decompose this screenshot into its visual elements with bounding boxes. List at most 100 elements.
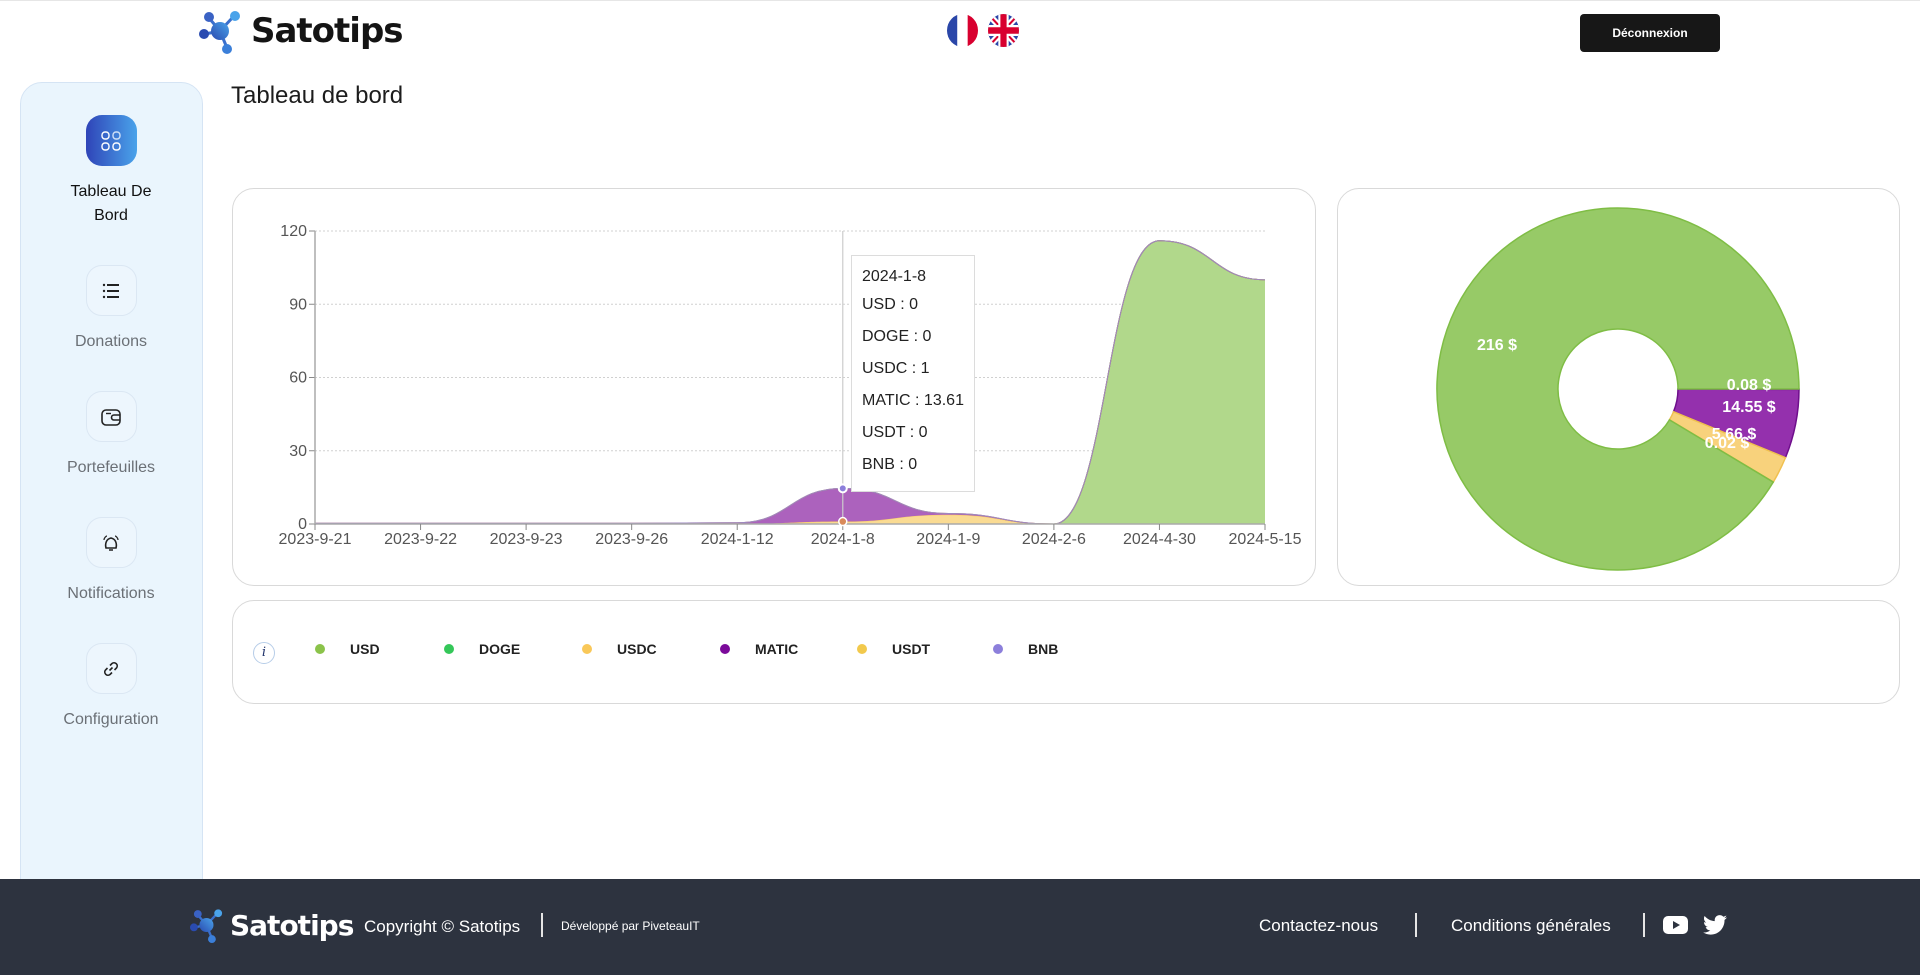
sidebar-item-label: Portefeuilles — [66, 459, 156, 476]
legend-swatch — [444, 644, 454, 654]
list-icon-tile — [85, 265, 137, 316]
header: Satotips Déconnexion — [0, 0, 1920, 62]
dashboard-icon-tile — [85, 115, 137, 166]
chart-legend: i USD DOGE USDC MATIC USDT BNB — [232, 600, 1900, 704]
legend-item-bnb[interactable]: BNB — [993, 641, 1058, 657]
legend-label: USDT — [892, 641, 931, 657]
legend-label: USD — [350, 641, 380, 657]
tooltip-row: USDC : 1 — [862, 360, 930, 377]
twitter-icon — [1703, 915, 1727, 935]
sidebar: Tableau De Bord Donations Portefeuilles — [20, 82, 203, 902]
y-tick-label: 60 — [289, 369, 307, 386]
legend-label: MATIC — [755, 641, 799, 657]
molecule-logo-icon — [199, 11, 240, 54]
brand-name: Satotips — [251, 11, 404, 51]
x-tick-label: 2024-1-9 — [916, 531, 980, 548]
link-icon — [104, 661, 118, 676]
language-switcher — [947, 14, 1019, 47]
list-icon — [102, 283, 119, 298]
sidebar-item-label: Donations — [74, 333, 148, 350]
area-chart-card: 0 30 60 90 120 2023-9-21 2023-9-22 2023-9-23 202… — [232, 188, 1316, 586]
x-tick-label: 2023-9-23 — [489, 531, 562, 548]
page-title: Tableau de bord — [231, 82, 404, 109]
legend-label: DOGE — [479, 641, 521, 657]
area-chart[interactable]: 03060901202023-9-21 2023-9-22 2023-9-23 202… — [232, 188, 1316, 586]
footer: Satotips Copyright © Satotips Développé … — [0, 879, 1920, 975]
tooltip-row: USD : 0 — [862, 296, 919, 313]
link-icon-tile — [85, 643, 137, 694]
legend-swatch — [720, 644, 730, 654]
legend-item-usdc[interactable]: USDC — [582, 641, 657, 657]
sidebar-item-wallets[interactable]: Portefeuilles — [21, 391, 201, 480]
x-tick-label: 2023-9-26 — [595, 531, 668, 548]
y-tick-label: 120 — [280, 223, 307, 240]
sidebar-item-label: Configuration — [63, 711, 159, 728]
x-tick-label: 2024-1-8 — [810, 531, 874, 548]
y-tick-label: 30 — [289, 442, 307, 459]
area-usd[interactable] — [314, 240, 1265, 524]
footer-logo[interactable]: Satotips — [190, 907, 354, 943]
brand-logo[interactable]: Satotips — [199, 8, 404, 54]
legend-label: USDC — [617, 641, 657, 657]
active-dot — [837, 516, 848, 526]
donut-label: 0.08 $ — [1726, 377, 1771, 394]
sidebar-item-label: Tableau De Bord — [70, 183, 152, 224]
x-tick-label: 2023-9-21 — [278, 531, 351, 548]
wallet-icon-tile — [85, 391, 137, 442]
wallet-icon — [101, 408, 121, 426]
x-tick-label: 2024-5-15 — [1228, 531, 1301, 548]
active-dot — [837, 482, 848, 493]
legend-item-doge[interactable]: DOGE — [444, 641, 520, 657]
chart-tooltip: 2024-1-8 USD : 0 DOGE : 0 USDC : 1 MATIC… — [851, 255, 975, 492]
donut-chart-card: 0.08 $14.55 $5.66 $0.02 $216 $ — [1337, 188, 1900, 586]
terms-link[interactable]: Conditions générales — [1451, 916, 1611, 936]
uk-flag-icon — [988, 14, 1019, 47]
sidebar-item-dashboard[interactable]: Tableau De Bord — [21, 115, 201, 228]
sidebar-item-configuration[interactable]: Configuration — [21, 643, 201, 732]
legend-item-usd[interactable]: USD — [315, 641, 380, 657]
bell-icon-tile — [85, 517, 137, 568]
info-icon[interactable]: i — [253, 642, 275, 664]
youtube-icon — [1663, 916, 1688, 934]
tooltip-row: BNB : 0 — [862, 456, 918, 473]
legend-item-matic[interactable]: MATIC — [720, 641, 798, 657]
legend-swatch — [993, 644, 1003, 654]
x-tick-label: 2024-4-30 — [1122, 531, 1195, 548]
donut-label: 0.02 $ — [1704, 435, 1749, 452]
bell-icon — [103, 534, 119, 551]
donut-label: 216 $ — [1476, 337, 1516, 354]
legend-swatch — [315, 644, 325, 654]
flag-fr-button[interactable] — [947, 14, 978, 47]
france-flag-icon — [947, 14, 978, 47]
molecule-logo-icon — [190, 909, 223, 943]
logout-button[interactable]: Déconnexion — [1580, 14, 1720, 52]
footer-brand-name: Satotips — [230, 908, 354, 942]
tooltip-row: MATIC : 13.61 — [862, 392, 964, 409]
x-tick-label: 2023-9-22 — [384, 531, 457, 548]
tooltip-row: USDT : 0 — [862, 424, 928, 441]
legend-label: BNB — [1028, 641, 1059, 657]
sidebar-item-donations[interactable]: Donations — [21, 265, 201, 354]
divider — [1415, 913, 1417, 937]
developer-credit: Développé par PiveteauIT — [561, 919, 700, 933]
youtube-link[interactable] — [1663, 915, 1688, 940]
divider — [541, 913, 543, 937]
flag-en-button[interactable] — [988, 14, 1019, 47]
donut-chart[interactable]: 0.08 $14.55 $5.66 $0.02 $216 $ — [1337, 188, 1900, 586]
donut-label: 14.55 $ — [1722, 399, 1775, 416]
twitter-link[interactable] — [1703, 915, 1727, 940]
sidebar-item-label: Notifications — [67, 585, 155, 602]
contact-link[interactable]: Contactez-nous — [1259, 916, 1378, 936]
legend-swatch — [857, 644, 867, 654]
copyright-text: Copyright © Satotips — [364, 917, 521, 936]
tooltip-row: DOGE : 0 — [862, 328, 932, 345]
tooltip-date: 2024-1-8 — [862, 268, 927, 285]
legend-swatch — [582, 644, 592, 654]
sidebar-item-notifications[interactable]: Notifications — [21, 517, 201, 606]
dashboard-icon — [101, 130, 121, 151]
x-tick-label: 2024-1-12 — [700, 531, 773, 548]
y-tick-label: 90 — [289, 296, 307, 313]
legend-item-usdt[interactable]: USDT — [857, 641, 930, 657]
divider — [1643, 913, 1645, 937]
x-tick-label: 2024-2-6 — [1021, 531, 1085, 548]
